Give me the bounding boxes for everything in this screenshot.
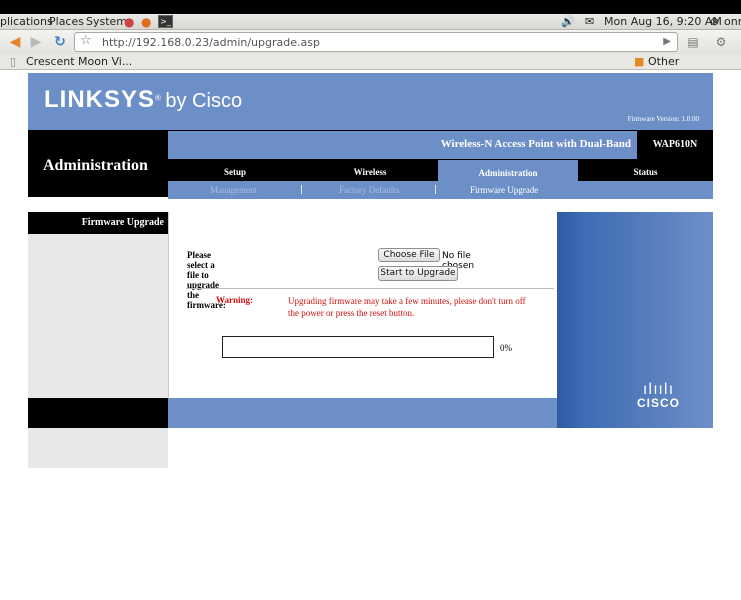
progress-bar <box>222 336 494 358</box>
page-menu-icon[interactable]: ▤ <box>684 33 702 51</box>
url-text[interactable]: http://192.168.0.23/admin/upgrade.asp <box>102 36 320 49</box>
section-title: Administration <box>43 157 148 174</box>
divider <box>186 288 554 289</box>
sub-tabs: Management | Factory Defaults | Firmware… <box>168 181 713 199</box>
tab-wireless[interactable]: Wireless <box>302 163 438 181</box>
folder-icon: ■ <box>634 55 645 68</box>
back-icon[interactable]: ◀ <box>6 33 24 51</box>
progress-percent: 0% <box>500 343 512 353</box>
chrome-launcher-icon[interactable]: ● <box>124 15 134 29</box>
linksys-logo: LINKSYS® by Cisco <box>44 86 243 113</box>
go-icon[interactable]: ▶ <box>663 36 671 47</box>
address-bar[interactable]: ☆ http://192.168.0.23/admin/upgrade.asp … <box>74 32 678 52</box>
firefox-launcher-icon[interactable]: ● <box>141 15 151 29</box>
product-name: Wireless-N Access Point with Dual-Band <box>440 138 631 150</box>
main-tabs: Setup Wireless Administration Status <box>168 160 713 181</box>
clock[interactable]: Mon Aug 16, 9:20 AM <box>604 15 722 28</box>
warning-label: Warning: <box>216 295 254 305</box>
gnome-panel: plications Places System ● ● >_ 🔊 ✉ Mon … <box>0 14 741 30</box>
wrench-icon[interactable]: ⚙ <box>712 33 730 51</box>
reload-icon[interactable]: ↻ <box>51 33 69 51</box>
linksys-banner: LINKSYS® by Cisco Firmware Version: 1.0.… <box>28 73 713 130</box>
left-column-title: Firmware Upgrade <box>81 217 164 228</box>
top-black-bar <box>0 0 741 14</box>
bookmark-item[interactable]: Crescent Moon Vi... <box>26 55 132 68</box>
left-column-header: Firmware Upgrade <box>28 212 168 234</box>
volume-icon[interactable]: 🔊 <box>561 15 575 28</box>
applications-menu[interactable]: plications <box>0 15 53 28</box>
subtab-factory-defaults[interactable]: Factory Defaults <box>339 185 399 195</box>
terminal-launcher-icon[interactable]: >_ <box>158 15 173 28</box>
bookmarks-bar: ▯ Crescent Moon Vi... ■ Other Bookmarks <box>0 54 741 81</box>
page-icon: ▯ <box>10 55 17 68</box>
right-column: ılıılı CISCO <box>557 212 713 428</box>
browser-toolbar: ◀ ▶ ↻ ☆ http://192.168.0.23/admin/upgrad… <box>0 30 741 54</box>
start-upgrade-button[interactable]: Start to Upgrade <box>378 266 458 281</box>
bookmark-star-icon[interactable]: ☆ <box>80 33 92 48</box>
model-name: WAP610N <box>637 131 713 159</box>
warning-text: Upgrading firmware may take a few minute… <box>288 296 526 318</box>
session-icon[interactable]: ⊗ <box>710 15 719 28</box>
product-row: Wireless-N Access Point with Dual-Band W… <box>168 131 713 159</box>
subtab-firmware-upgrade[interactable]: Firmware Upgrade <box>470 185 538 195</box>
choose-file-button[interactable]: Choose File <box>378 248 440 262</box>
left-footer <box>28 398 168 428</box>
brand-suffix: by Cisco <box>165 90 243 112</box>
brand-name: LINKSYS <box>44 86 156 113</box>
system-menu[interactable]: System <box>86 15 127 28</box>
mail-icon[interactable]: ✉ <box>585 15 594 28</box>
tab-setup[interactable]: Setup <box>168 163 302 181</box>
cisco-word: CISCO <box>637 396 681 410</box>
bottom-bar <box>168 398 557 428</box>
firmware-version: Firmware Version: 1.0.00 <box>627 115 699 123</box>
tab-status[interactable]: Status <box>578 163 713 181</box>
cisco-logo: ılıılı CISCO <box>637 380 681 411</box>
cisco-bars-icon: ılıılı <box>643 380 675 398</box>
places-menu[interactable]: Places <box>49 15 84 28</box>
left-column: Firmware Upgrade <box>28 212 168 468</box>
subtab-separator: | <box>434 185 438 195</box>
tab-administration[interactable]: Administration <box>438 160 578 181</box>
forward-icon[interactable]: ▶ <box>27 33 45 51</box>
subtab-separator: | <box>300 185 304 195</box>
subtab-management[interactable]: Management <box>210 185 257 195</box>
user-name[interactable]: onr <box>724 15 741 28</box>
